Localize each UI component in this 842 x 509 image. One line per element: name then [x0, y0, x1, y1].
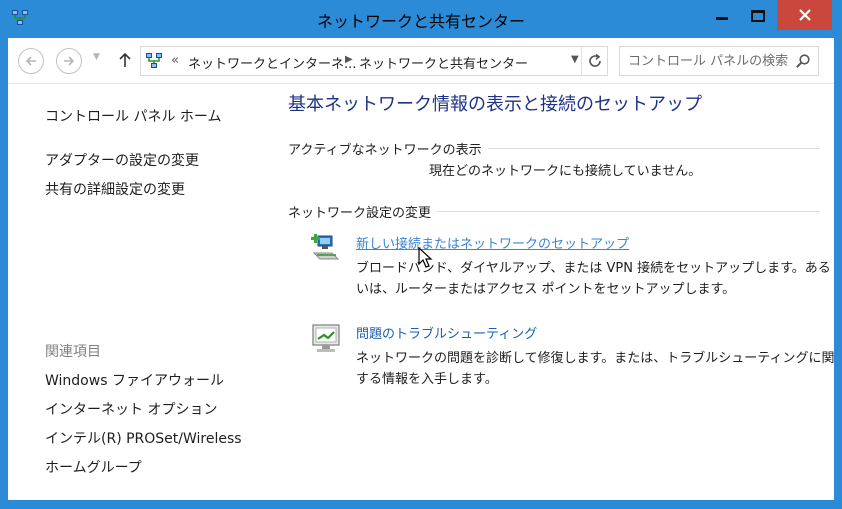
- homegroup-link[interactable]: ホームグループ: [45, 457, 142, 477]
- minimize-button[interactable]: [705, 0, 739, 31]
- related-items-heading: 関連項目: [45, 344, 101, 360]
- search-box[interactable]: [619, 46, 819, 76]
- windows-firewall-link[interactable]: Windows ファイアウォール: [45, 370, 224, 390]
- breadcrumb-network-internet[interactable]: ネットワークとインターネ...: [188, 53, 356, 72]
- forward-button[interactable]: [56, 48, 82, 74]
- search-icon[interactable]: [795, 53, 811, 69]
- advanced-sharing-settings-link[interactable]: 共有の詳細設定の変更: [45, 179, 185, 199]
- breadcrumb-separator-icon[interactable]: ▶: [345, 54, 353, 65]
- search-input[interactable]: [620, 47, 790, 75]
- close-icon: [798, 9, 811, 21]
- troubleshoot-problems-description: ネットワークの問題を診断して修復します。または、トラブルシューティングに関する情…: [356, 351, 835, 387]
- left-navigation-pane: コントロール パネル ホーム アダプターの設定の変更 共有の詳細設定の変更 関連…: [8, 85, 278, 500]
- troubleshoot-problems-link[interactable]: 問題のトラブルシューティング: [356, 323, 537, 342]
- change-adapter-settings-link[interactable]: アダプターの設定の変更: [45, 150, 199, 170]
- up-button[interactable]: [115, 49, 135, 71]
- no-network-status: 現在どのネットワークにも接続していません。: [429, 164, 702, 179]
- page-title: 基本ネットワーク情報の表示と接続のセットアップ: [288, 94, 702, 115]
- network-settings-section: ネットワーク設定の変更: [288, 202, 820, 221]
- internet-options-link[interactable]: インターネット オプション: [45, 399, 217, 419]
- network-settings-heading: ネットワーク設定の変更: [288, 202, 438, 221]
- recent-locations-dropdown[interactable]: ▼: [93, 52, 100, 62]
- close-button[interactable]: [777, 0, 832, 30]
- arrow-up-icon: [119, 52, 131, 67]
- overflow-chevron[interactable]: «: [171, 53, 179, 68]
- arrow-left-icon: [25, 56, 36, 66]
- refresh-button[interactable]: [581, 47, 608, 75]
- control-panel-home-link[interactable]: コントロール パネル ホーム: [45, 106, 221, 126]
- troubleshoot-icon: [312, 324, 340, 352]
- network-center-icon: [146, 53, 162, 68]
- intel-proset-wireless-link[interactable]: インテル(R) PROSet/Wireless: [45, 428, 242, 448]
- maximize-button[interactable]: [739, 0, 777, 31]
- minimize-icon: [716, 17, 728, 20]
- hand-cursor-icon: [418, 247, 433, 268]
- title-bar[interactable]: ネットワークと共有センター: [0, 0, 842, 36]
- active-networks-heading: アクティブなネットワークの表示: [288, 139, 488, 158]
- back-button[interactable]: [18, 48, 44, 74]
- window: ネットワークと共有センター ▼ « ネットワークとインターネ... ▶ ネットワ…: [0, 0, 842, 509]
- refresh-icon: [589, 53, 601, 67]
- navigation-bar: ▼ « ネットワークとインターネ... ▶ ネットワークと共有センター ▼ コン…: [8, 38, 834, 84]
- maximize-icon: [751, 9, 765, 22]
- address-bar[interactable]: « ネットワークとインターネ... ▶ ネットワークと共有センター ▼: [140, 46, 608, 76]
- main-content: 基本ネットワーク情報の表示と接続のセットアップ アクティブなネットワークの表示 …: [288, 85, 835, 500]
- setup-new-connection-link[interactable]: 新しい接続またはネットワークのセットアップ: [356, 233, 629, 252]
- address-dropdown-button[interactable]: ▼: [571, 54, 579, 65]
- arrow-right-icon: [64, 56, 75, 66]
- active-networks-section: アクティブなネットワークの表示: [288, 139, 820, 158]
- new-connection-icon: [311, 234, 340, 260]
- breadcrumb-network-sharing-center[interactable]: ネットワークと共有センター: [359, 53, 528, 72]
